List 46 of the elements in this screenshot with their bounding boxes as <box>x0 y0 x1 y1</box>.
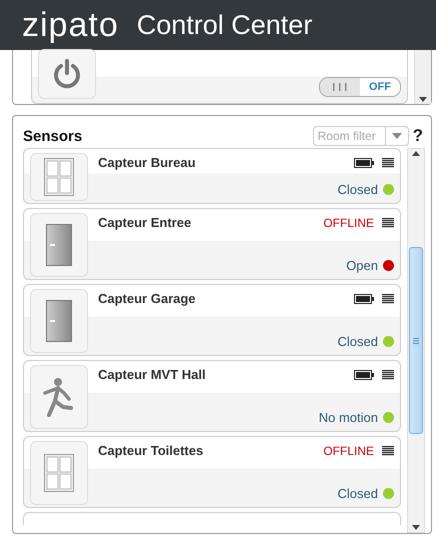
caret-icon <box>392 133 402 139</box>
list-icon[interactable] <box>382 294 394 304</box>
sensor-card[interactable]: Capteur Garage Closed <box>23 284 401 356</box>
dropdown-button[interactable] <box>384 126 409 146</box>
sensor-name: Capteur Bureau <box>98 155 196 170</box>
scroll-down-icon[interactable] <box>419 97 427 102</box>
grip-icon <box>413 338 419 344</box>
offline-label: OFFLINE <box>323 216 374 230</box>
toggle-switch[interactable]: OFF <box>319 77 401 97</box>
sensor-status: Closed <box>338 486 378 501</box>
sensor-card[interactable]: Capteur Entree OFFLINE Open <box>23 208 401 280</box>
scrollbar[interactable] <box>414 50 431 104</box>
battery-icon <box>354 370 374 380</box>
battery-icon <box>354 158 374 168</box>
app-title: Control Center <box>136 12 312 38</box>
sensor-name: Capteur Garage <box>98 291 196 306</box>
list-icon[interactable] <box>382 218 394 228</box>
sensor-card[interactable]: Capteur Bureau Closed <box>23 148 401 204</box>
sensor-card[interactable]: Capteur Toilettes OFFLINE Closed <box>23 436 401 508</box>
list-icon[interactable] <box>382 446 394 456</box>
list-icon[interactable] <box>382 370 394 380</box>
sensor-status: No motion <box>318 410 378 425</box>
help-icon[interactable]: ? <box>412 126 423 146</box>
window-icon <box>44 158 74 196</box>
scrollbar[interactable] <box>407 148 425 533</box>
power-icon <box>52 59 82 89</box>
battery-icon <box>354 294 374 304</box>
sensor-name: Capteur Toilettes <box>98 443 204 458</box>
door-icon <box>46 300 72 342</box>
sensor-status: Closed <box>338 334 378 349</box>
panel-title: Sensors <box>23 128 82 144</box>
grip-icon <box>331 83 349 91</box>
logo: zipato <box>22 8 119 42</box>
room-filter-field[interactable]: Room filter <box>312 126 385 146</box>
window-icon <box>44 454 74 492</box>
sensor-name: Capteur MVT Hall <box>98 367 206 382</box>
sensor-name: Capteur Entree <box>98 215 192 230</box>
sensor-status: Closed <box>338 182 378 197</box>
sensor-status: Open <box>346 258 378 273</box>
offline-label: OFFLINE <box>323 444 374 458</box>
door-icon <box>46 224 72 266</box>
scroll-down-icon[interactable] <box>412 525 420 530</box>
list-icon[interactable] <box>382 158 394 168</box>
scroll-thumb[interactable] <box>409 247 423 434</box>
scroll-up-icon[interactable] <box>412 151 420 156</box>
sensor-card[interactable]: Capteur MVT Hall No motion <box>23 360 401 432</box>
